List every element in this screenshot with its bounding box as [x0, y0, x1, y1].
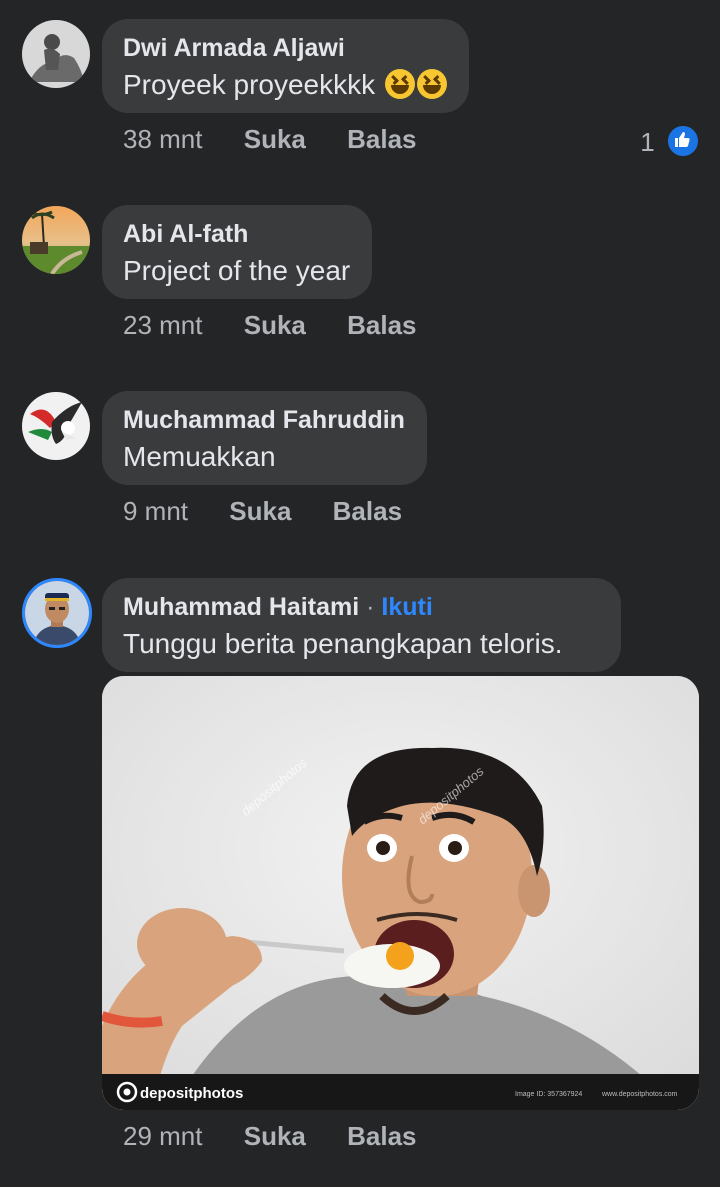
laughing-emoji-icon	[416, 69, 447, 99]
laughing-emoji-icon	[384, 69, 415, 99]
timestamp[interactable]: 9 mnt	[123, 496, 188, 527]
comment-actions: 23 mnt Suka Balas	[123, 310, 417, 341]
author-name[interactable]: Dwi Armada Aljawi	[123, 33, 447, 63]
thumbs-up-icon	[666, 124, 700, 158]
comment-text: Project of the year	[123, 255, 351, 286]
site-url: www.depositphotos.com	[601, 1091, 678, 1098]
timestamp[interactable]: 29 mnt	[123, 1121, 203, 1152]
reaction-count[interactable]: 1	[640, 124, 700, 158]
timestamp[interactable]: 23 mnt	[123, 310, 203, 341]
author-name[interactable]: Muhammad Haitami	[123, 593, 359, 621]
meme-photo: depositphotos depositphotos depositphoto…	[102, 676, 699, 1110]
reply-button[interactable]: Balas	[347, 124, 416, 155]
comment-bubble[interactable]: Muhammad Haitami · Ikuti Tunggu berita p…	[102, 578, 621, 672]
comment-text: Memuakkan	[123, 441, 276, 472]
avatar[interactable]	[22, 578, 92, 648]
like-button[interactable]: Suka	[229, 496, 291, 527]
reply-button[interactable]: Balas	[347, 310, 416, 341]
comment-image[interactable]: depositphotos depositphotos depositphoto…	[102, 676, 699, 1110]
timestamp[interactable]: 38 mnt	[123, 124, 203, 155]
comment-actions: 38 mnt Suka Balas	[123, 124, 417, 155]
avatar[interactable]	[22, 392, 90, 460]
separator: ·	[366, 593, 375, 621]
follow-button[interactable]: Ikuti	[381, 593, 432, 621]
brand-logo-text: depositphotos	[140, 1085, 243, 1102]
comment-actions: 9 mnt Suka Balas	[123, 496, 402, 527]
author-name[interactable]: Abi Al-fath	[123, 219, 350, 249]
comment-text: Tunggu berita penangkapan teloris.	[123, 628, 563, 659]
image-id: Image ID: 357367924	[515, 1091, 582, 1098]
reply-button[interactable]: Balas	[347, 1121, 416, 1152]
comment-bubble[interactable]: Muchammad Fahruddin Memuakkan	[102, 391, 427, 485]
like-button[interactable]: Suka	[244, 310, 306, 341]
comment-actions: 29 mnt Suka Balas	[123, 1121, 417, 1152]
author-header: Muhammad Haitami · Ikuti	[123, 592, 599, 622]
reply-button[interactable]: Balas	[333, 496, 402, 527]
author-name[interactable]: Muchammad Fahruddin	[123, 405, 405, 435]
comment-bubble[interactable]: Dwi Armada Aljawi Proyeek proyeekkkk	[102, 19, 469, 113]
avatar[interactable]	[22, 20, 90, 88]
avatar[interactable]	[22, 206, 90, 274]
comment-bubble[interactable]: Abi Al-fath Project of the year	[102, 205, 373, 299]
comment-text: Proyeek proyeekkkk	[123, 67, 447, 103]
like-button[interactable]: Suka	[244, 1121, 306, 1152]
like-button[interactable]: Suka	[244, 124, 306, 155]
